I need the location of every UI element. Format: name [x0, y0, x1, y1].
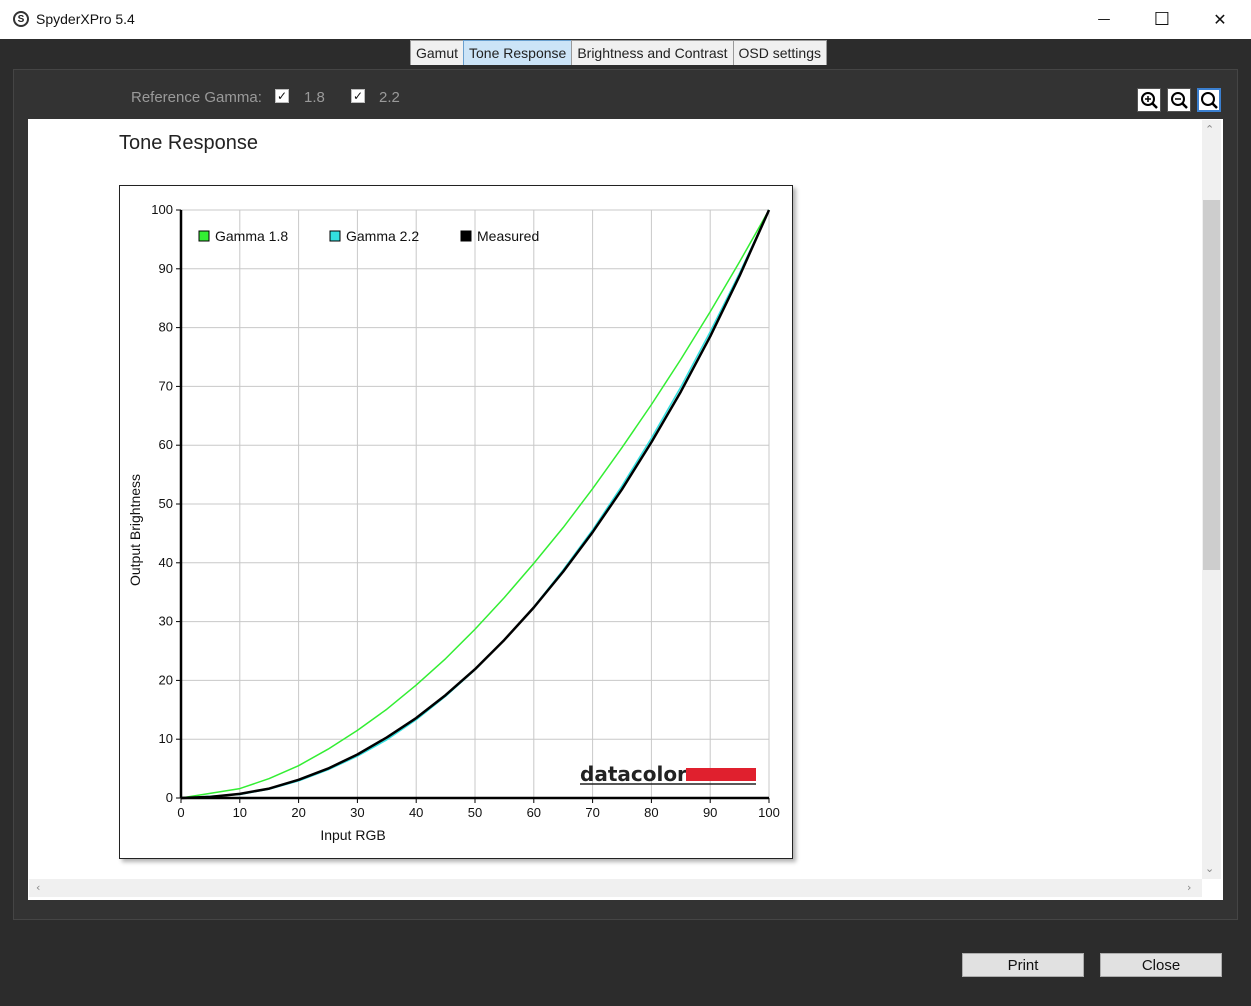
minimize-icon: —	[1097, 12, 1111, 27]
datacolor-logo-bar	[686, 768, 756, 781]
horizontal-scrollbar[interactable]	[29, 879, 1202, 897]
tone-response-chart: 0 10 20 30 40 50 60 70 80 90 100 0 10 20 30 40 50 60 70 80 9…	[119, 185, 793, 859]
title-bar	[0, 0, 1251, 39]
y-tick-label: 30	[159, 614, 173, 629]
y-tick-label: 80	[159, 320, 173, 335]
y-tick-label: 90	[159, 261, 173, 276]
app-icon: S	[13, 11, 29, 27]
zoom-fit-button[interactable]	[1197, 88, 1221, 112]
zoom-in-button[interactable]	[1137, 88, 1161, 112]
close-window-button[interactable]: ✕	[1191, 0, 1249, 39]
tab-gamut[interactable]: Gamut	[410, 40, 465, 65]
gamma-1-8-checkbox[interactable]: ✓	[275, 89, 289, 103]
y-tick-label: 40	[159, 555, 173, 570]
scroll-left-icon[interactable]: ‹	[36, 881, 40, 894]
legend-swatch	[329, 230, 341, 242]
scroll-up-icon[interactable]: ⌃	[1205, 123, 1214, 136]
y-tick-label: 100	[151, 202, 173, 217]
maximize-button[interactable]: ☐	[1133, 0, 1191, 39]
y-tick-label: 0	[166, 790, 173, 805]
reference-gamma-label: Reference Gamma:	[131, 89, 262, 106]
gamma-1-8-label: 1.8	[304, 89, 325, 106]
y-axis-label: Output Brightness	[127, 474, 143, 586]
datacolor-logo-text: datacolor	[580, 762, 687, 786]
close-icon: ✕	[1213, 10, 1227, 29]
zoom-in-icon	[1141, 92, 1158, 109]
window-title: SpyderXPro 5.4	[36, 11, 135, 27]
legend-label: Gamma 2.2	[346, 228, 419, 244]
vertical-scrollbar-thumb[interactable]	[1203, 200, 1220, 570]
x-tick-label: 40	[409, 805, 423, 820]
legend-swatch	[460, 230, 472, 242]
print-button[interactable]: Print	[962, 953, 1084, 977]
y-tick-label: 10	[159, 731, 173, 746]
x-tick-label: 0	[177, 805, 184, 820]
tab-tone-response[interactable]: Tone Response	[463, 40, 573, 65]
y-tick-label: 20	[159, 672, 173, 687]
x-tick-label: 80	[644, 805, 658, 820]
y-tick-label: 60	[159, 437, 173, 452]
tab-osd-settings[interactable]: OSD settings	[732, 40, 827, 65]
y-tick-label: 70	[159, 378, 173, 393]
x-tick-label: 90	[703, 805, 717, 820]
gamma-2-2-checkbox[interactable]: ✓	[351, 89, 365, 103]
x-tick-label: 20	[291, 805, 305, 820]
y-tick-label: 50	[159, 496, 173, 511]
legend-label: Measured	[477, 228, 539, 244]
x-tick-label: 10	[233, 805, 247, 820]
maximize-icon: ☐	[1153, 9, 1171, 30]
x-tick-label: 70	[585, 805, 599, 820]
tab-bar: Gamut Tone Response Brightness and Contr…	[410, 40, 827, 66]
zoom-out-button[interactable]	[1167, 88, 1191, 112]
scroll-right-icon[interactable]: ›	[1187, 881, 1191, 894]
legend-swatch	[198, 230, 210, 242]
tab-brightness-contrast[interactable]: Brightness and Contrast	[571, 40, 734, 65]
zoom-out-icon	[1171, 92, 1188, 109]
close-button[interactable]: Close	[1100, 953, 1222, 977]
page-title: Tone Response	[119, 132, 258, 154]
x-axis-label: Input RGB	[320, 827, 385, 843]
chart-svg: 0 10 20 30 40 50 60 70 80 90 100 0 10 20 30 40 50 60 70 80 9…	[127, 202, 780, 843]
zoom-fit-icon	[1201, 92, 1218, 109]
x-tick-label: 60	[527, 805, 541, 820]
minimize-button[interactable]: —	[1075, 0, 1133, 39]
x-tick-label: 30	[350, 805, 364, 820]
gamma-2-2-label: 2.2	[379, 89, 400, 106]
scroll-down-icon[interactable]: ⌄	[1205, 862, 1214, 875]
legend-label: Gamma 1.8	[215, 228, 288, 244]
x-tick-label: 50	[468, 805, 482, 820]
x-tick-label: 100	[758, 805, 780, 820]
